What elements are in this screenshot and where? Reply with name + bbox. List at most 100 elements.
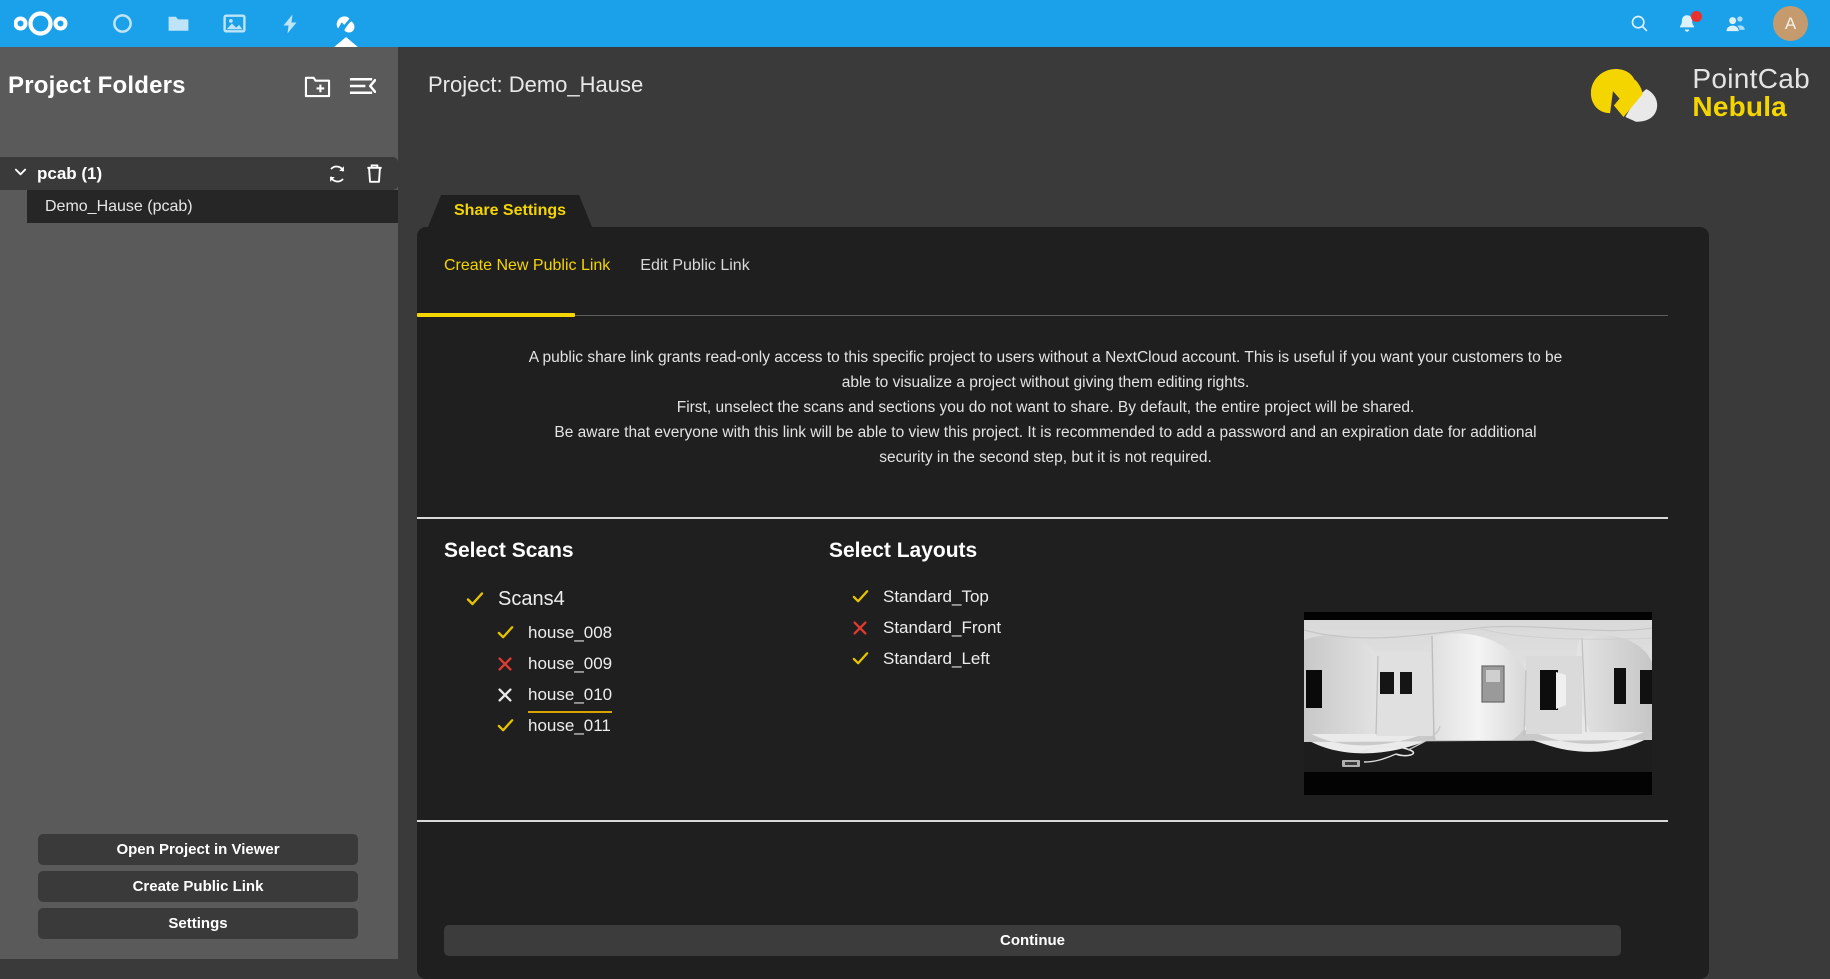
panorama-scan-preview[interactable] xyxy=(1304,612,1652,795)
cross-icon[interactable] xyxy=(847,619,873,637)
search-button[interactable] xyxy=(1629,13,1650,34)
nextcloud-top-bar: A xyxy=(0,0,1830,47)
topbar-actions: A xyxy=(1629,6,1830,41)
select-layouts-title: Select Layouts xyxy=(829,539,978,562)
description-line-3: Be aware that everyone with this link wi… xyxy=(554,424,1537,467)
layout-label: Standard_Top xyxy=(883,586,989,606)
dashboard-icon xyxy=(112,14,132,33)
scan-label: house_011 xyxy=(528,715,611,735)
scan-row-house-008[interactable]: house_008 xyxy=(492,617,804,648)
new-folder-icon xyxy=(304,76,331,97)
continue-button[interactable]: Continue xyxy=(444,925,1621,956)
check-icon[interactable] xyxy=(847,649,873,668)
nextcloud-logo[interactable] xyxy=(14,10,68,37)
brand-line-2: Nebula xyxy=(1692,91,1787,122)
scan-label: house_010 xyxy=(528,684,613,713)
section-divider-bottom xyxy=(417,820,1668,822)
tab-share-settings[interactable]: Share Settings xyxy=(428,195,592,227)
scan-row-house-011[interactable]: house_011 xyxy=(492,710,804,741)
cross-icon[interactable] xyxy=(492,686,518,704)
contacts-icon xyxy=(1726,16,1745,32)
sidebar-action-buttons: Open Project in Viewer Create Public Lin… xyxy=(38,834,358,939)
tab-strip: Share Settings xyxy=(428,195,592,227)
share-description: A public share link grants read-only acc… xyxy=(527,345,1564,471)
tree-item-label: Demo_Hause (pcab) xyxy=(45,197,193,215)
layout-row-standard-front[interactable]: Standard_Front xyxy=(847,612,1189,643)
activity-icon xyxy=(283,14,297,33)
create-public-link-button[interactable]: Create Public Link xyxy=(38,871,358,902)
scans-list: Scans4 house_008 house_009 house_010 hou… xyxy=(462,581,804,741)
app-navigation xyxy=(94,0,374,47)
files-icon xyxy=(168,16,188,31)
check-icon[interactable] xyxy=(847,587,873,606)
scan-label: house_009 xyxy=(528,653,613,673)
new-folder-button[interactable] xyxy=(304,74,331,99)
nextcloud-logo-icon xyxy=(14,11,68,36)
subtab-create-new-public-link[interactable]: Create New Public Link xyxy=(444,257,610,277)
nav-app-pointcab[interactable] xyxy=(318,0,374,47)
nav-app-photos[interactable] xyxy=(206,0,262,47)
scan-label: house_008 xyxy=(528,622,613,642)
open-project-in-viewer-button[interactable]: Open Project in Viewer xyxy=(38,834,358,865)
settings-button[interactable]: Settings xyxy=(38,908,358,939)
subtab-edit-public-link[interactable]: Edit Public Link xyxy=(640,257,749,277)
scan-row-house-009[interactable]: house_009 xyxy=(492,648,804,679)
select-scans-column: Select Scans Scans4 house_008 house_009 … xyxy=(444,539,804,741)
check-icon[interactable] xyxy=(492,623,518,642)
collapse-sidebar-button[interactable] xyxy=(349,75,376,97)
layout-label: Standard_Left xyxy=(883,648,990,668)
check-icon[interactable] xyxy=(492,716,518,735)
nav-app-dashboard[interactable] xyxy=(94,0,150,47)
tree-group-pcab[interactable]: pcab (1) xyxy=(0,157,398,190)
scan-row-house-010[interactable]: house_010 xyxy=(492,679,804,713)
sidebar-header: Project Folders xyxy=(0,47,398,125)
scan-root-label: Scans4 xyxy=(498,587,565,610)
notifications-button[interactable] xyxy=(1676,10,1702,35)
section-divider-top xyxy=(417,517,1668,519)
collapse-menu-icon xyxy=(349,77,376,95)
pointcab-nebula-logo: PointCab Nebula xyxy=(1589,63,1810,123)
select-scans-title: Select Scans xyxy=(444,539,574,562)
refresh-icon xyxy=(329,165,345,182)
description-line-2: First, unselect the scans and sections y… xyxy=(676,399,1415,417)
avatar-initial: A xyxy=(1784,13,1797,33)
tree-item-demo-hause[interactable]: Demo_Hause (pcab) xyxy=(27,190,398,223)
pointcab-logo-icon xyxy=(1591,69,1658,122)
scan-root-row[interactable]: Scans4 xyxy=(462,581,804,617)
cross-icon[interactable] xyxy=(492,655,518,673)
delete-button[interactable] xyxy=(365,163,384,184)
contacts-button[interactable] xyxy=(1724,12,1747,35)
subtab-divider xyxy=(417,315,1668,316)
panorama-preview-image xyxy=(1304,612,1652,795)
layout-label: Standard_Front xyxy=(883,617,1002,637)
tree-group-label: pcab (1) xyxy=(37,163,103,183)
select-layouts-column: Select Layouts Standard_Top Standard_Fro… xyxy=(829,539,1189,674)
layout-row-standard-left[interactable]: Standard_Left xyxy=(847,643,1189,674)
pointcab-wordmark: PointCab Nebula xyxy=(1692,65,1810,121)
check-icon[interactable] xyxy=(462,589,488,609)
chevron-down-icon xyxy=(14,165,27,178)
brand-line-1: PointCab xyxy=(1692,63,1810,94)
project-tree: pcab (1) Demo_Hause (pcab) xyxy=(0,157,398,223)
share-settings-panel: Create New Public Link Edit Public Link … xyxy=(417,227,1709,979)
sidebar-title: Project Folders xyxy=(8,72,186,99)
subtab-bar: Create New Public Link Edit Public Link xyxy=(444,257,750,277)
nav-app-activity[interactable] xyxy=(262,0,318,47)
avatar[interactable]: A xyxy=(1773,6,1808,41)
sidebar-header-actions xyxy=(304,74,376,99)
trash-icon xyxy=(367,164,382,183)
refresh-button[interactable] xyxy=(327,164,347,184)
layouts-list: Standard_Top Standard_Front Standard_Lef… xyxy=(847,581,1189,674)
project-folders-sidebar: Project Folders pcab (1) Demo_Hause (pca… xyxy=(0,47,398,959)
tree-group-actions xyxy=(327,163,384,184)
nav-app-files[interactable] xyxy=(150,0,206,47)
notification-badge xyxy=(1691,10,1702,22)
search-icon xyxy=(1631,15,1648,32)
layout-row-standard-top[interactable]: Standard_Top xyxy=(847,581,1189,612)
pointcab-icon xyxy=(336,15,355,33)
photos-icon xyxy=(222,14,246,33)
description-line-1: A public share link grants read-only acc… xyxy=(528,349,1563,392)
main-content: Project: Demo_Hause PointCab Nebula Shar… xyxy=(398,47,1830,979)
subtab-active-indicator xyxy=(417,313,575,317)
page-title: Project: Demo_Hause xyxy=(428,72,644,97)
